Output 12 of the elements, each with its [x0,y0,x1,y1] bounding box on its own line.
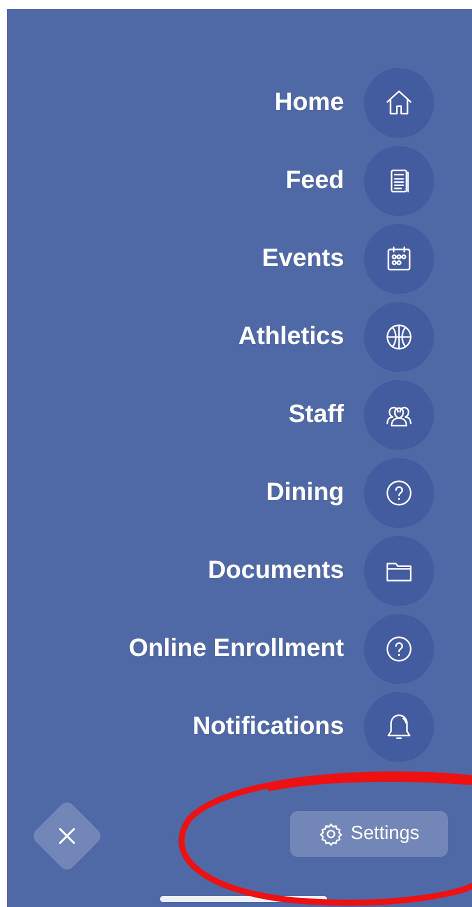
menu-item-label[interactable]: Athletics [238,318,344,356]
menu-item-label[interactable]: Staff [288,396,344,434]
menu-item-label[interactable]: Documents [208,552,344,590]
menu-item-label[interactable]: Home [274,84,344,122]
settings-button[interactable]: Settings [290,811,448,857]
menu-item-label[interactable]: Feed [286,162,344,200]
settings-icon [318,822,343,846]
menu-item-label[interactable]: Notifications [192,708,344,746]
menu-item-label[interactable]: Online Enrollment [128,630,344,668]
menu-item-label[interactable]: Events [262,240,344,278]
menu-item-label[interactable]: Dining [266,474,344,512]
close-icon [58,827,76,845]
